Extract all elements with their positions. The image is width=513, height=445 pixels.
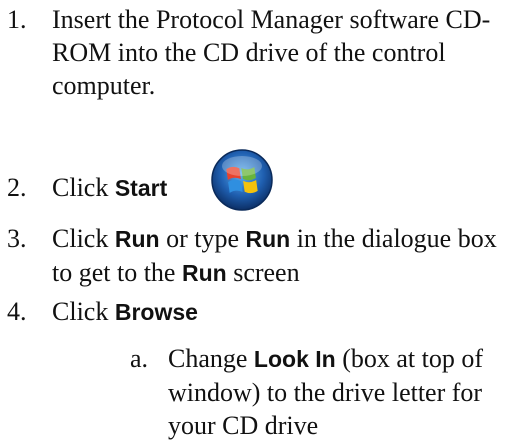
step-2-pre: Click [52,173,115,202]
step-1-number: 1. [7,5,27,34]
step-3-mid-1: or type [159,224,246,253]
step-3-number: 3. [7,224,27,253]
step-2-number: 2. [7,173,27,202]
step-3-post: screen [226,258,300,287]
run-label-2: Run [245,226,291,252]
step-3-pre: Click [52,224,115,253]
windows-start-orb-icon [211,149,273,211]
substep-a-letter: a. [130,344,149,373]
step-3-text: Click Run or type Run in the dialogue bo… [52,222,507,290]
run-label-1: Run [114,226,160,252]
substep-a-text: Change Look In (box at top of window) to… [168,342,513,442]
substep-a-pre: Change [168,344,254,373]
step-2-text: Click Start [52,171,507,205]
start-label: Start [114,175,168,201]
browse-label: Browse [114,299,198,325]
step-4-number: 4. [7,297,27,326]
look-in-label: Look In [253,346,336,372]
run-label-3: Run [181,260,227,286]
step-1-text: Insert the Protocol Manager software CD-… [52,5,491,100]
step-4-text: Click Browse [52,295,507,329]
step-4-pre: Click [52,297,115,326]
